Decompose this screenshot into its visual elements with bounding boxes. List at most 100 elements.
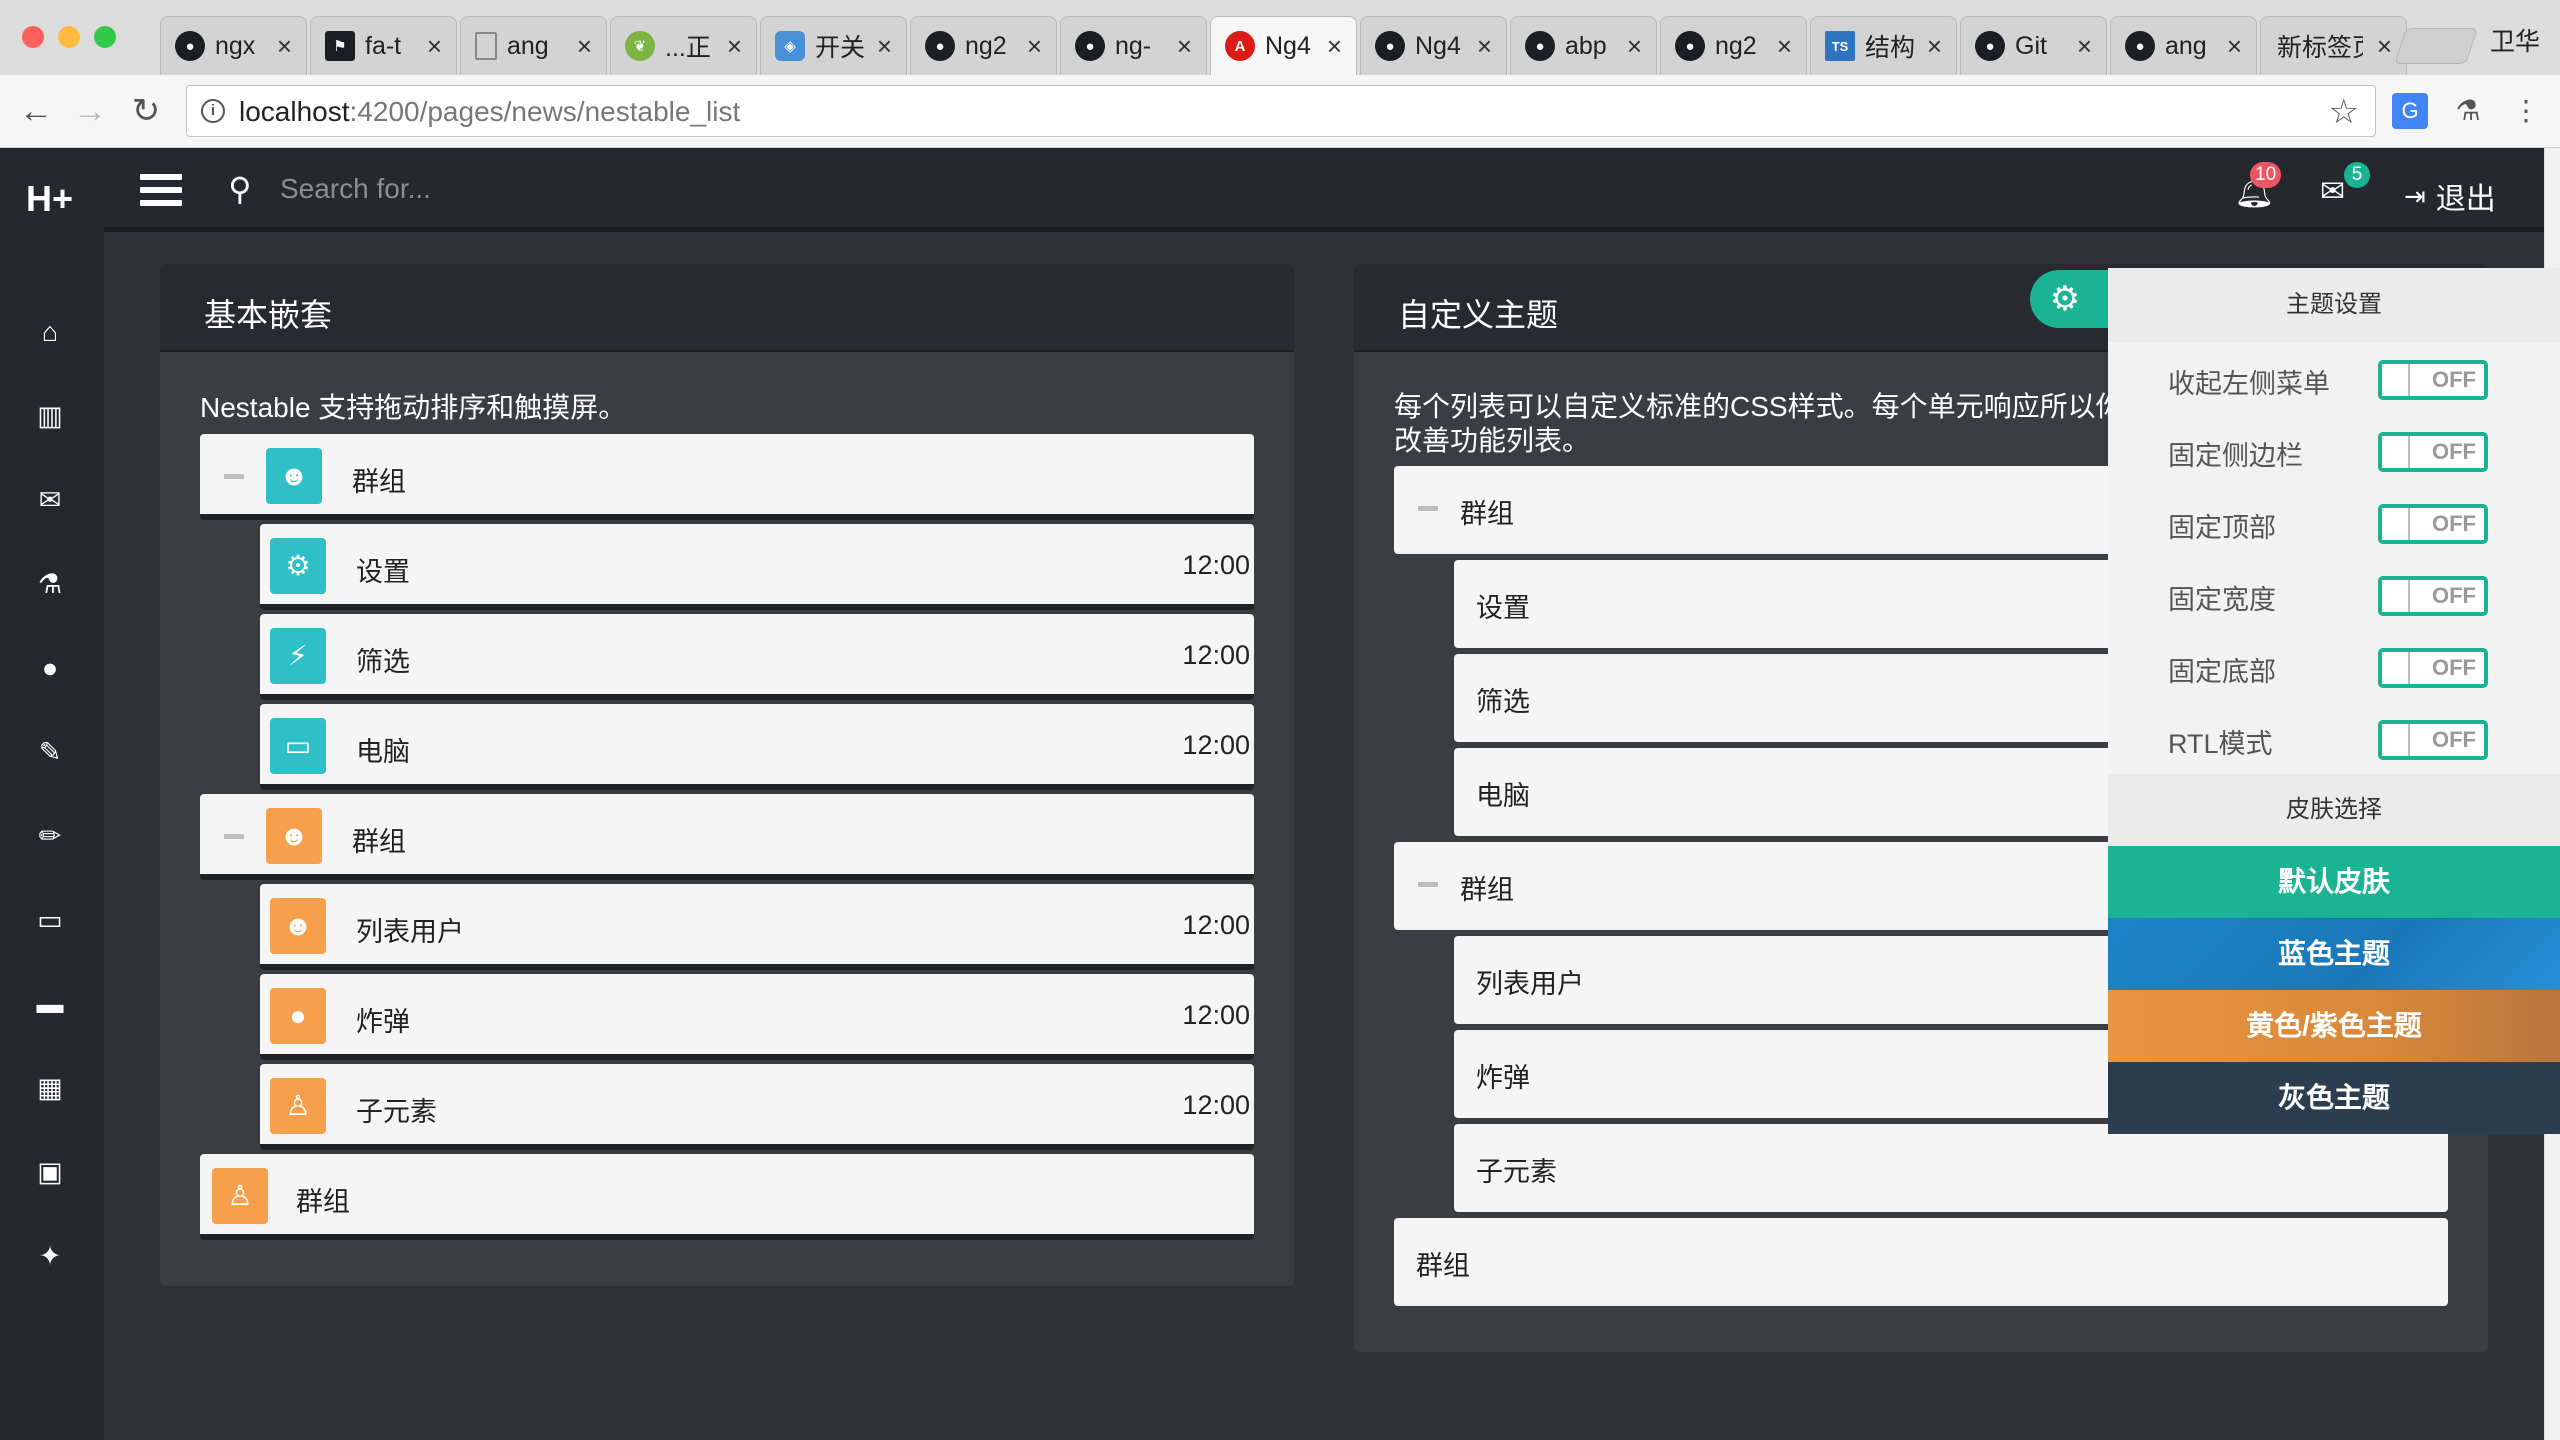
close-icon[interactable]: × [1327,31,1342,62]
list-item[interactable]: ☻ 列表用户 12:00 [260,884,1254,970]
close-icon[interactable]: × [2377,31,2392,62]
github-icon: ● [1525,31,1555,61]
toggle-switch[interactable]: OFF [2378,576,2488,616]
toggle-state: OFF [2432,727,2476,752]
browser-tab[interactable]: ang × [460,16,607,75]
angular-icon: A [1225,31,1255,61]
browser-tab[interactable]: ● ng2 × [910,16,1057,75]
list-item[interactable]: 群组 [1394,1218,2448,1306]
close-icon[interactable]: × [577,31,592,62]
list-item[interactable]: ⚙ 设置 12:00 [260,524,1254,610]
skin-default-button[interactable]: 默认皮肤 [2108,846,2560,918]
browser-tab-active[interactable]: A Ng4 × [1210,16,1357,75]
skin-blue-button[interactable]: 蓝色主题 [2108,918,2560,990]
envelope-icon[interactable]: ✉ [30,480,70,520]
collapse-icon[interactable] [1418,506,1438,511]
item-time: 12:00 [1182,640,1250,670]
close-icon[interactable]: × [1177,31,1192,62]
extension-icon[interactable]: ⚗ [2450,93,2486,129]
browser-tab[interactable]: 新标签页 × [2260,16,2407,75]
browser-tab[interactable]: ◈ 开关 × [760,16,907,75]
picture-icon[interactable]: ▣ [30,1152,70,1192]
home-icon[interactable]: ⌂ [30,312,70,352]
browser-tab[interactable]: ⚑ fa-t × [310,16,457,75]
item-label: 筛选 [1476,687,1530,717]
forward-arrow-icon[interactable]: → [70,91,110,131]
pencil-icon[interactable]: ✏ [30,816,70,856]
close-icon[interactable]: × [1927,31,1942,62]
tab-label: Ng4 [1415,31,1461,60]
close-window-button[interactable] [22,26,44,48]
list-item[interactable]: ▭ 电脑 12:00 [260,704,1254,790]
browser-tab[interactable]: ● Git × [1960,16,2107,75]
shield-icon: ◈ [775,31,805,61]
info-icon[interactable]: i [201,99,225,123]
menu-dots-icon[interactable]: ⋮ [2508,93,2544,129]
back-arrow-icon[interactable]: ← [16,91,56,131]
desktop-icon[interactable]: ▭ [30,900,70,940]
menu-toggle-icon[interactable] [140,174,182,206]
browser-tab[interactable]: ● ng- × [1060,16,1207,75]
toggle-switch[interactable]: OFF [2378,504,2488,544]
flask-icon[interactable]: ⚗ [30,564,70,604]
list-item[interactable]: ⚡︎ 筛选 12:00 [260,614,1254,700]
browser-tab[interactable]: ● abp × [1510,16,1657,75]
browser-tab[interactable]: ● ang × [2110,16,2257,75]
gear-icon: ⚙ [2049,280,2081,318]
child-icon: ♙ [270,1078,326,1134]
list-item[interactable]: 子元素 [1454,1124,2448,1212]
collapse-icon[interactable] [224,834,244,839]
list-item[interactable]: ♙ 子元素 12:00 [260,1064,1254,1150]
close-icon[interactable]: × [1027,31,1042,62]
close-icon[interactable]: × [2077,31,2092,62]
url-text[interactable]: localhost:4200/pages/news/nestable_list [239,96,740,128]
close-icon[interactable]: × [1777,31,1792,62]
close-icon[interactable]: × [877,31,892,62]
maximize-window-button[interactable] [94,26,116,48]
globe-icon[interactable]: ● [30,648,70,688]
app-logo[interactable]: H+ [26,178,73,220]
table-icon[interactable]: ▦ [30,1068,70,1108]
url-bar[interactable]: i localhost:4200/pages/news/nestable_lis… [186,85,2376,137]
github-icon: ● [2125,31,2155,61]
close-icon[interactable]: × [727,31,742,62]
profile-name[interactable]: 卫华 [2490,22,2540,58]
browser-tab[interactable]: TS 结构 × [1810,16,1957,75]
browser-tab[interactable]: ● ng2 × [1660,16,1807,75]
browser-tab[interactable]: ● Ng4 × [1360,16,1507,75]
close-icon[interactable]: × [1627,31,1642,62]
collapse-icon[interactable] [224,474,244,479]
list-item[interactable]: ♙ 群组 [200,1154,1254,1240]
toggle-switch[interactable]: OFF [2378,360,2488,400]
toggle-switch[interactable]: OFF [2378,648,2488,688]
list-item[interactable]: ☻ 群组 [200,434,1254,520]
minimize-window-button[interactable] [58,26,80,48]
translate-icon[interactable]: G [2392,93,2428,129]
search-icon: ⚲ [228,171,252,207]
close-icon[interactable]: × [277,31,292,62]
close-icon[interactable]: × [427,31,442,62]
skin-yellow-purple-button[interactable]: 黄色/紫色主题 [2108,990,2560,1062]
magic-icon[interactable]: ✦ [30,1236,70,1276]
close-icon[interactable]: × [1477,31,1492,62]
list-item[interactable]: ● 炸弹 12:00 [260,974,1254,1060]
monitor-icon[interactable]: ▬ [30,984,70,1024]
bookmark-star-icon[interactable]: ☆ [2329,92,2359,132]
bar-chart-icon[interactable]: ▥ [30,396,70,436]
close-icon[interactable]: × [2227,31,2242,62]
browser-tab[interactable]: ● ngx × [160,16,307,75]
toggle-switch[interactable]: OFF [2378,720,2488,760]
list-item[interactable]: ☻ 群组 [200,794,1254,880]
message-badge: 5 [2344,162,2370,188]
skin-gray-button[interactable]: 灰色主题 [2108,1062,2560,1134]
browser-tab[interactable]: ❦ ...正 × [610,16,757,75]
reload-icon[interactable]: ↻ [126,91,166,131]
edit-icon[interactable]: ✎ [30,732,70,772]
search-input[interactable] [280,166,780,212]
toggle-switch[interactable]: OFF [2378,432,2488,472]
collapse-icon[interactable] [1418,882,1438,887]
envelope-icon[interactable]: ✉ [2320,174,2345,209]
logout-button[interactable]: ⇥ 退出 [2404,174,2496,218]
theme-settings-toggle[interactable]: ⚙ [2030,270,2114,328]
new-tab-button[interactable] [2394,28,2478,64]
